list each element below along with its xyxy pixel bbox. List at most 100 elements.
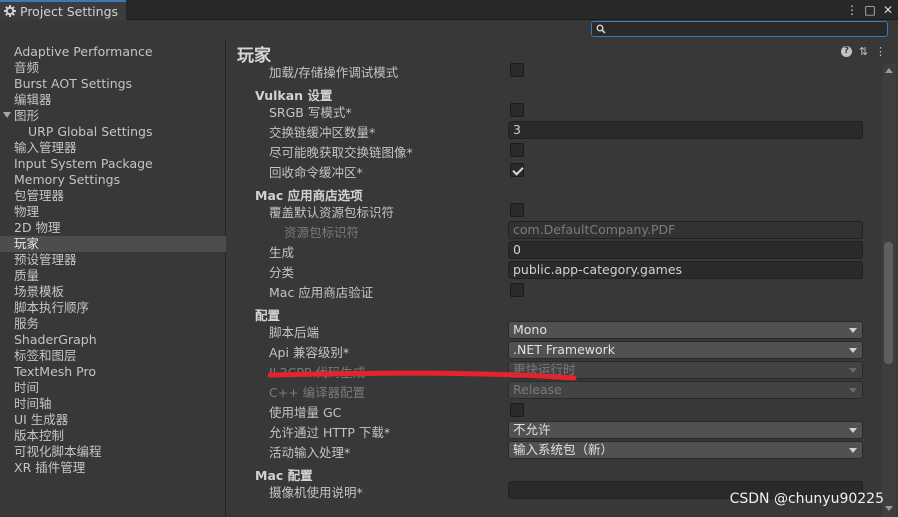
sidebar-item[interactable]: 标签和图层 (0, 348, 226, 364)
setting-label: Mac 应用商店验证 (269, 285, 374, 300)
sidebar-item-label: 输入管理器 (14, 140, 77, 155)
setting-text-field[interactable]: 0 (508, 241, 863, 259)
setting-text-field[interactable]: public.app-category.games (508, 261, 863, 279)
sidebar-item[interactable]: Input System Package (0, 156, 226, 172)
dropdown-arrow-icon (849, 428, 857, 433)
setting-label: SRGB 写模式* (269, 105, 352, 120)
setting-label: IL2CPP 代码生成 (269, 365, 366, 380)
sidebar-item[interactable]: UI 生成器 (0, 412, 226, 428)
setting-row: Mac 应用商店验证 (227, 280, 877, 300)
sidebar-item[interactable]: 质量 (0, 268, 226, 284)
setting-label: 允许通过 HTTP 下载* (269, 425, 391, 440)
scroll-down-icon[interactable] (885, 506, 893, 511)
sidebar-item-label: 物理 (14, 204, 40, 219)
setting-label: 使用增量 GC (269, 405, 342, 420)
setting-row: C++ 编译器配置 Release (227, 380, 877, 400)
dropdown-value: Mono (513, 322, 548, 337)
setting-text-field[interactable]: 3 (508, 121, 863, 139)
more-icon[interactable]: ⋮ (875, 46, 886, 57)
setting-label: 交换链缓冲区数量* (269, 125, 376, 140)
search-icon (596, 24, 606, 34)
sidebar-item[interactable]: Memory Settings (0, 172, 226, 188)
scrollbar-thumb[interactable] (884, 242, 893, 364)
help-icon[interactable]: ? (841, 46, 852, 57)
maximize-icon[interactable]: □ (864, 3, 876, 17)
search-row (0, 20, 898, 40)
setting-checkbox[interactable] (510, 283, 524, 297)
sidebar-item[interactable]: Adaptive Performance (0, 44, 226, 60)
setting-row: 交换链缓冲区数量* 3 (227, 120, 877, 140)
sidebar-item-label: XR 插件管理 (14, 460, 86, 475)
title-bar: Project Settings ⋮ □ ✕ (0, 0, 898, 20)
setting-label: Api 兼容级别* (269, 345, 350, 360)
sidebar-item-label: 预设管理器 (14, 252, 77, 267)
setting-row: 活动输入处理* 输入系统包（新） (227, 440, 877, 460)
sidebar-item-label: 服务 (14, 316, 40, 331)
sidebar-item[interactable]: 版本控制 (0, 428, 226, 444)
sidebar-item[interactable]: 2D 物理 (0, 220, 226, 236)
tab-project-settings[interactable]: Project Settings (0, 0, 126, 20)
setting-dropdown[interactable]: 输入系统包（新） (508, 441, 863, 459)
setting-row: 允许通过 HTTP 下载* 不允许 (227, 420, 877, 440)
sidebar-item-label: 包管理器 (14, 188, 65, 203)
sidebar-item[interactable]: 包管理器 (0, 188, 226, 204)
sidebar-item[interactable]: TextMesh Pro (0, 364, 226, 380)
setting-row: 使用增量 GC (227, 400, 877, 420)
sidebar-item[interactable]: 场景模板 (0, 284, 226, 300)
sidebar-item[interactable]: 输入管理器 (0, 140, 226, 156)
sidebar-item[interactable]: 时间 (0, 380, 226, 396)
setting-label: 分类 (269, 265, 295, 280)
dropdown-value: Release (513, 382, 562, 397)
sidebar-item[interactable]: XR 插件管理 (0, 460, 226, 476)
setting-label: 尽可能晚获取交换链图像* (269, 145, 413, 160)
sidebar-item-label: UI 生成器 (14, 412, 69, 427)
setting-checkbox[interactable] (510, 203, 524, 217)
setting-dropdown[interactable]: 不允许 (508, 421, 863, 439)
settings-panel: 玩家 ? ⇅ ⋮ 加载/存储操作调试模式 Vulkan 设置 SRGB 写模式* 交换… (227, 40, 898, 517)
sidebar-item[interactable]: 图形 (0, 108, 226, 124)
sidebar-item[interactable]: 预设管理器 (0, 252, 226, 268)
setting-checkbox[interactable] (510, 143, 524, 157)
sidebar-item[interactable]: 时间轴 (0, 396, 226, 412)
setting-row: 覆盖默认资源包标识符 (227, 200, 877, 220)
sidebar-item-label: 音频 (14, 60, 40, 75)
sliders-icon[interactable]: ⇅ (858, 46, 869, 57)
sidebar-item[interactable]: 物理 (0, 204, 226, 220)
setting-checkbox[interactable] (510, 63, 524, 77)
setting-row: 尽可能晚获取交换链图像* (227, 140, 877, 160)
more-options-icon[interactable]: ⋮ (846, 3, 858, 17)
close-icon[interactable]: ✕ (882, 3, 894, 17)
setting-checkbox[interactable] (510, 103, 524, 117)
watermark: CSDN @chunyu90225 (729, 491, 884, 507)
sidebar-item[interactable]: 玩家 (0, 236, 226, 252)
sidebar-item[interactable]: 脚本执行顺序 (0, 300, 226, 316)
setting-row: 生成 0 (227, 240, 877, 260)
dropdown-value: 输入系统包（新） (513, 442, 614, 457)
sidebar-item-label: TextMesh Pro (14, 364, 96, 379)
expand-arrow-icon[interactable] (3, 112, 11, 118)
sidebar-item[interactable]: 音频 (0, 60, 226, 76)
dropdown-arrow-icon (849, 328, 857, 333)
setting-checkbox[interactable] (510, 403, 524, 417)
dropdown-value: .NET Framework (513, 342, 616, 357)
sidebar-item[interactable]: 服务 (0, 316, 226, 332)
setting-label: 加载/存储操作调试模式 (269, 65, 399, 80)
sidebar-item[interactable]: Burst AOT Settings (0, 76, 226, 92)
search-input[interactable] (591, 21, 888, 37)
scroll-up-icon[interactable] (885, 68, 893, 73)
sidebar-item[interactable]: ShaderGraph (0, 332, 226, 348)
vertical-scrollbar[interactable] (882, 64, 896, 517)
dropdown-arrow-icon (849, 348, 857, 353)
setting-dropdown[interactable]: .NET Framework (508, 341, 863, 359)
setting-row: 脚本后端 Mono (227, 320, 877, 340)
setting-dropdown[interactable]: Mono (508, 321, 863, 339)
sidebar-item[interactable]: 编辑器 (0, 92, 226, 108)
setting-label: 生成 (269, 245, 295, 260)
sidebar-item-label: URP Global Settings (28, 124, 153, 139)
setting-dropdown: 更快运行时 (508, 361, 863, 379)
sidebar-item-label: 可视化脚本编程 (14, 444, 102, 459)
dropdown-value: 更快运行时 (513, 362, 576, 377)
sidebar-item[interactable]: 可视化脚本编程 (0, 444, 226, 460)
setting-checkbox[interactable] (510, 163, 524, 177)
sidebar-item[interactable]: URP Global Settings (0, 124, 226, 140)
